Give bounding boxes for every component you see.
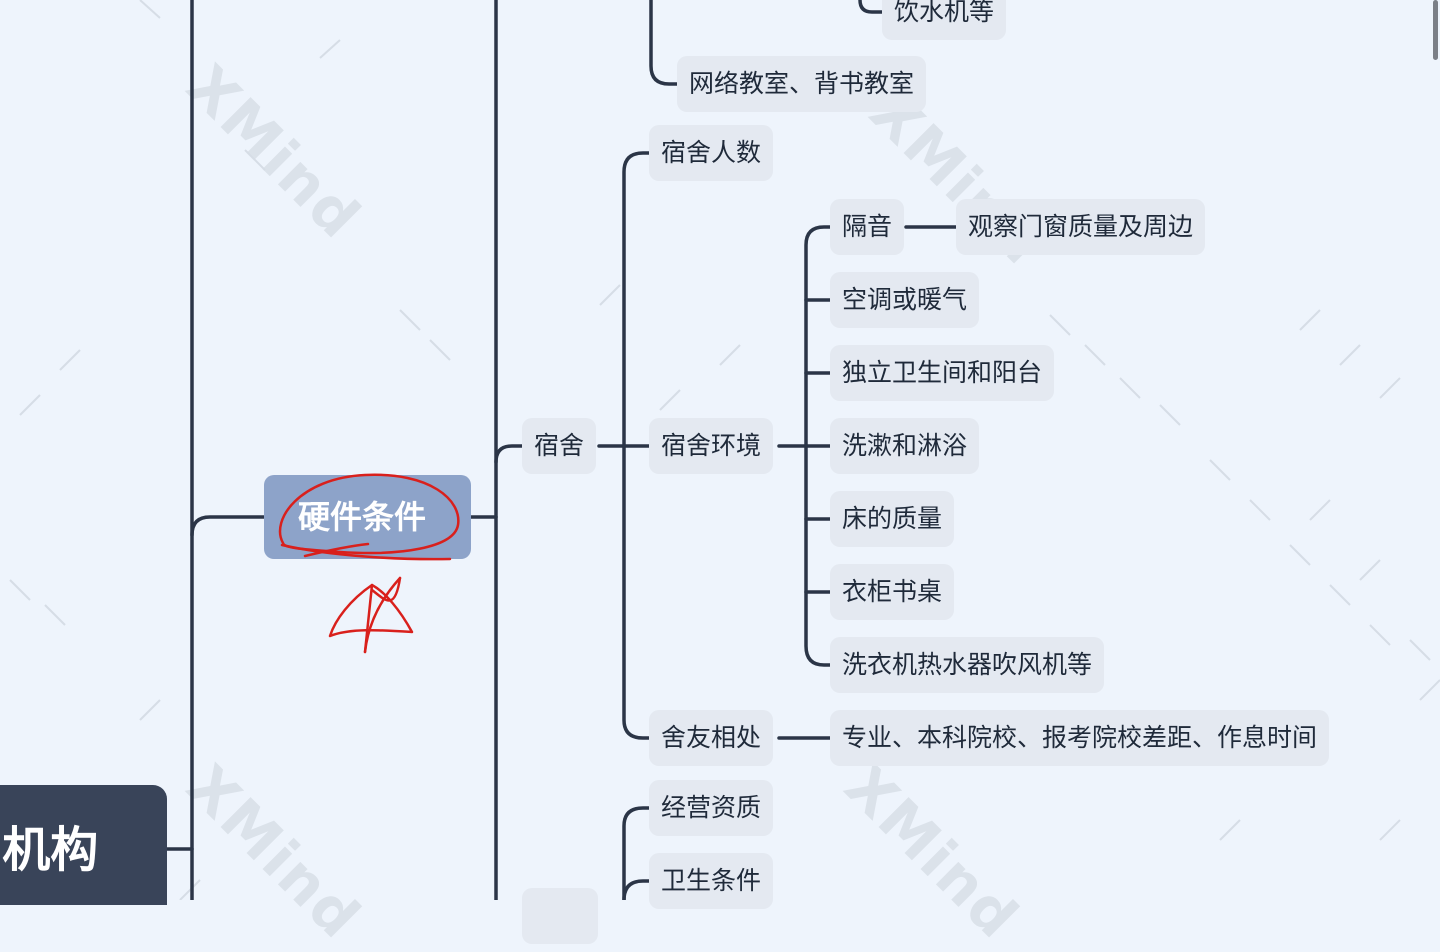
topic-private-bathroom[interactable]: 独立卫生间和阳台 [830, 345, 1055, 401]
topic-label: 空调或暖气 [842, 285, 968, 314]
vertical-scrollbar[interactable] [1430, 0, 1440, 900]
topic-water-dispenser[interactable]: 饮水机等 [882, 0, 1007, 40]
topic-bed-quality[interactable]: 床的质量 [830, 491, 955, 547]
topic-dorm[interactable]: 宿舍 [522, 418, 597, 474]
topic-soundproof-detail[interactable]: 观察门窗质量及周边 [956, 199, 1206, 255]
mind-map-canvas[interactable]: XMind XMind XMind XMind 机构 硬件条件 饮水机等 网络教… [0, 0, 1440, 952]
topic-appliances[interactable]: 洗衣机热水器吹风机等 [830, 637, 1105, 693]
root-topic-label: ·机构 [0, 822, 99, 878]
topic-next-partial[interactable] [522, 888, 598, 944]
scrollbar-thumb[interactable] [1433, 0, 1438, 60]
root-topic[interactable]: ·机构 [0, 785, 167, 905]
topic-label: 观察门窗质量及周边 [968, 212, 1194, 241]
topic-dorm-environment[interactable]: 宿舍环境 [649, 418, 774, 474]
topic-label: 洗漱和淋浴 [842, 431, 968, 460]
topic-soundproof[interactable]: 隔音 [830, 199, 905, 255]
topic-label: 衣柜书桌 [842, 577, 943, 606]
topic-label: 网络教室、背书教室 [689, 69, 915, 98]
topic-label: 卫生条件 [661, 866, 762, 895]
topic-roommates[interactable]: 舍友相处 [649, 710, 774, 766]
topic-label: 宿舍环境 [661, 431, 762, 460]
topic-business-license[interactable]: 经营资质 [649, 780, 774, 836]
topic-roommates-detail[interactable]: 专业、本科院校、报考院校差距、作息时间 [830, 710, 1330, 766]
topic-hygiene[interactable]: 卫生条件 [649, 853, 774, 909]
topic-label: 舍友相处 [661, 723, 762, 752]
topic-wardrobe-desk[interactable]: 衣柜书桌 [830, 564, 955, 620]
topic-label: 隔音 [842, 212, 893, 241]
topic-ac-heating[interactable]: 空调或暖气 [830, 272, 980, 328]
topic-dorm-count[interactable]: 宿舍人数 [649, 125, 774, 181]
topic-hardware[interactable]: 硬件条件 [264, 475, 471, 559]
topic-shower[interactable]: 洗漱和淋浴 [830, 418, 980, 474]
topic-label: 饮水机等 [894, 0, 995, 26]
topic-label: 床的质量 [842, 504, 943, 533]
topic-network-classroom[interactable]: 网络教室、背书教室 [677, 56, 927, 112]
topic-label: 独立卫生间和阳台 [842, 358, 1043, 387]
topic-label: 宿舍人数 [661, 138, 762, 167]
topic-label: 经营资质 [661, 793, 762, 822]
topic-label: 洗衣机热水器吹风机等 [842, 650, 1093, 679]
topic-hardware-label: 硬件条件 [298, 498, 427, 536]
topic-label: 宿舍 [534, 431, 585, 460]
topic-label: 专业、本科院校、报考院校差距、作息时间 [842, 723, 1318, 752]
